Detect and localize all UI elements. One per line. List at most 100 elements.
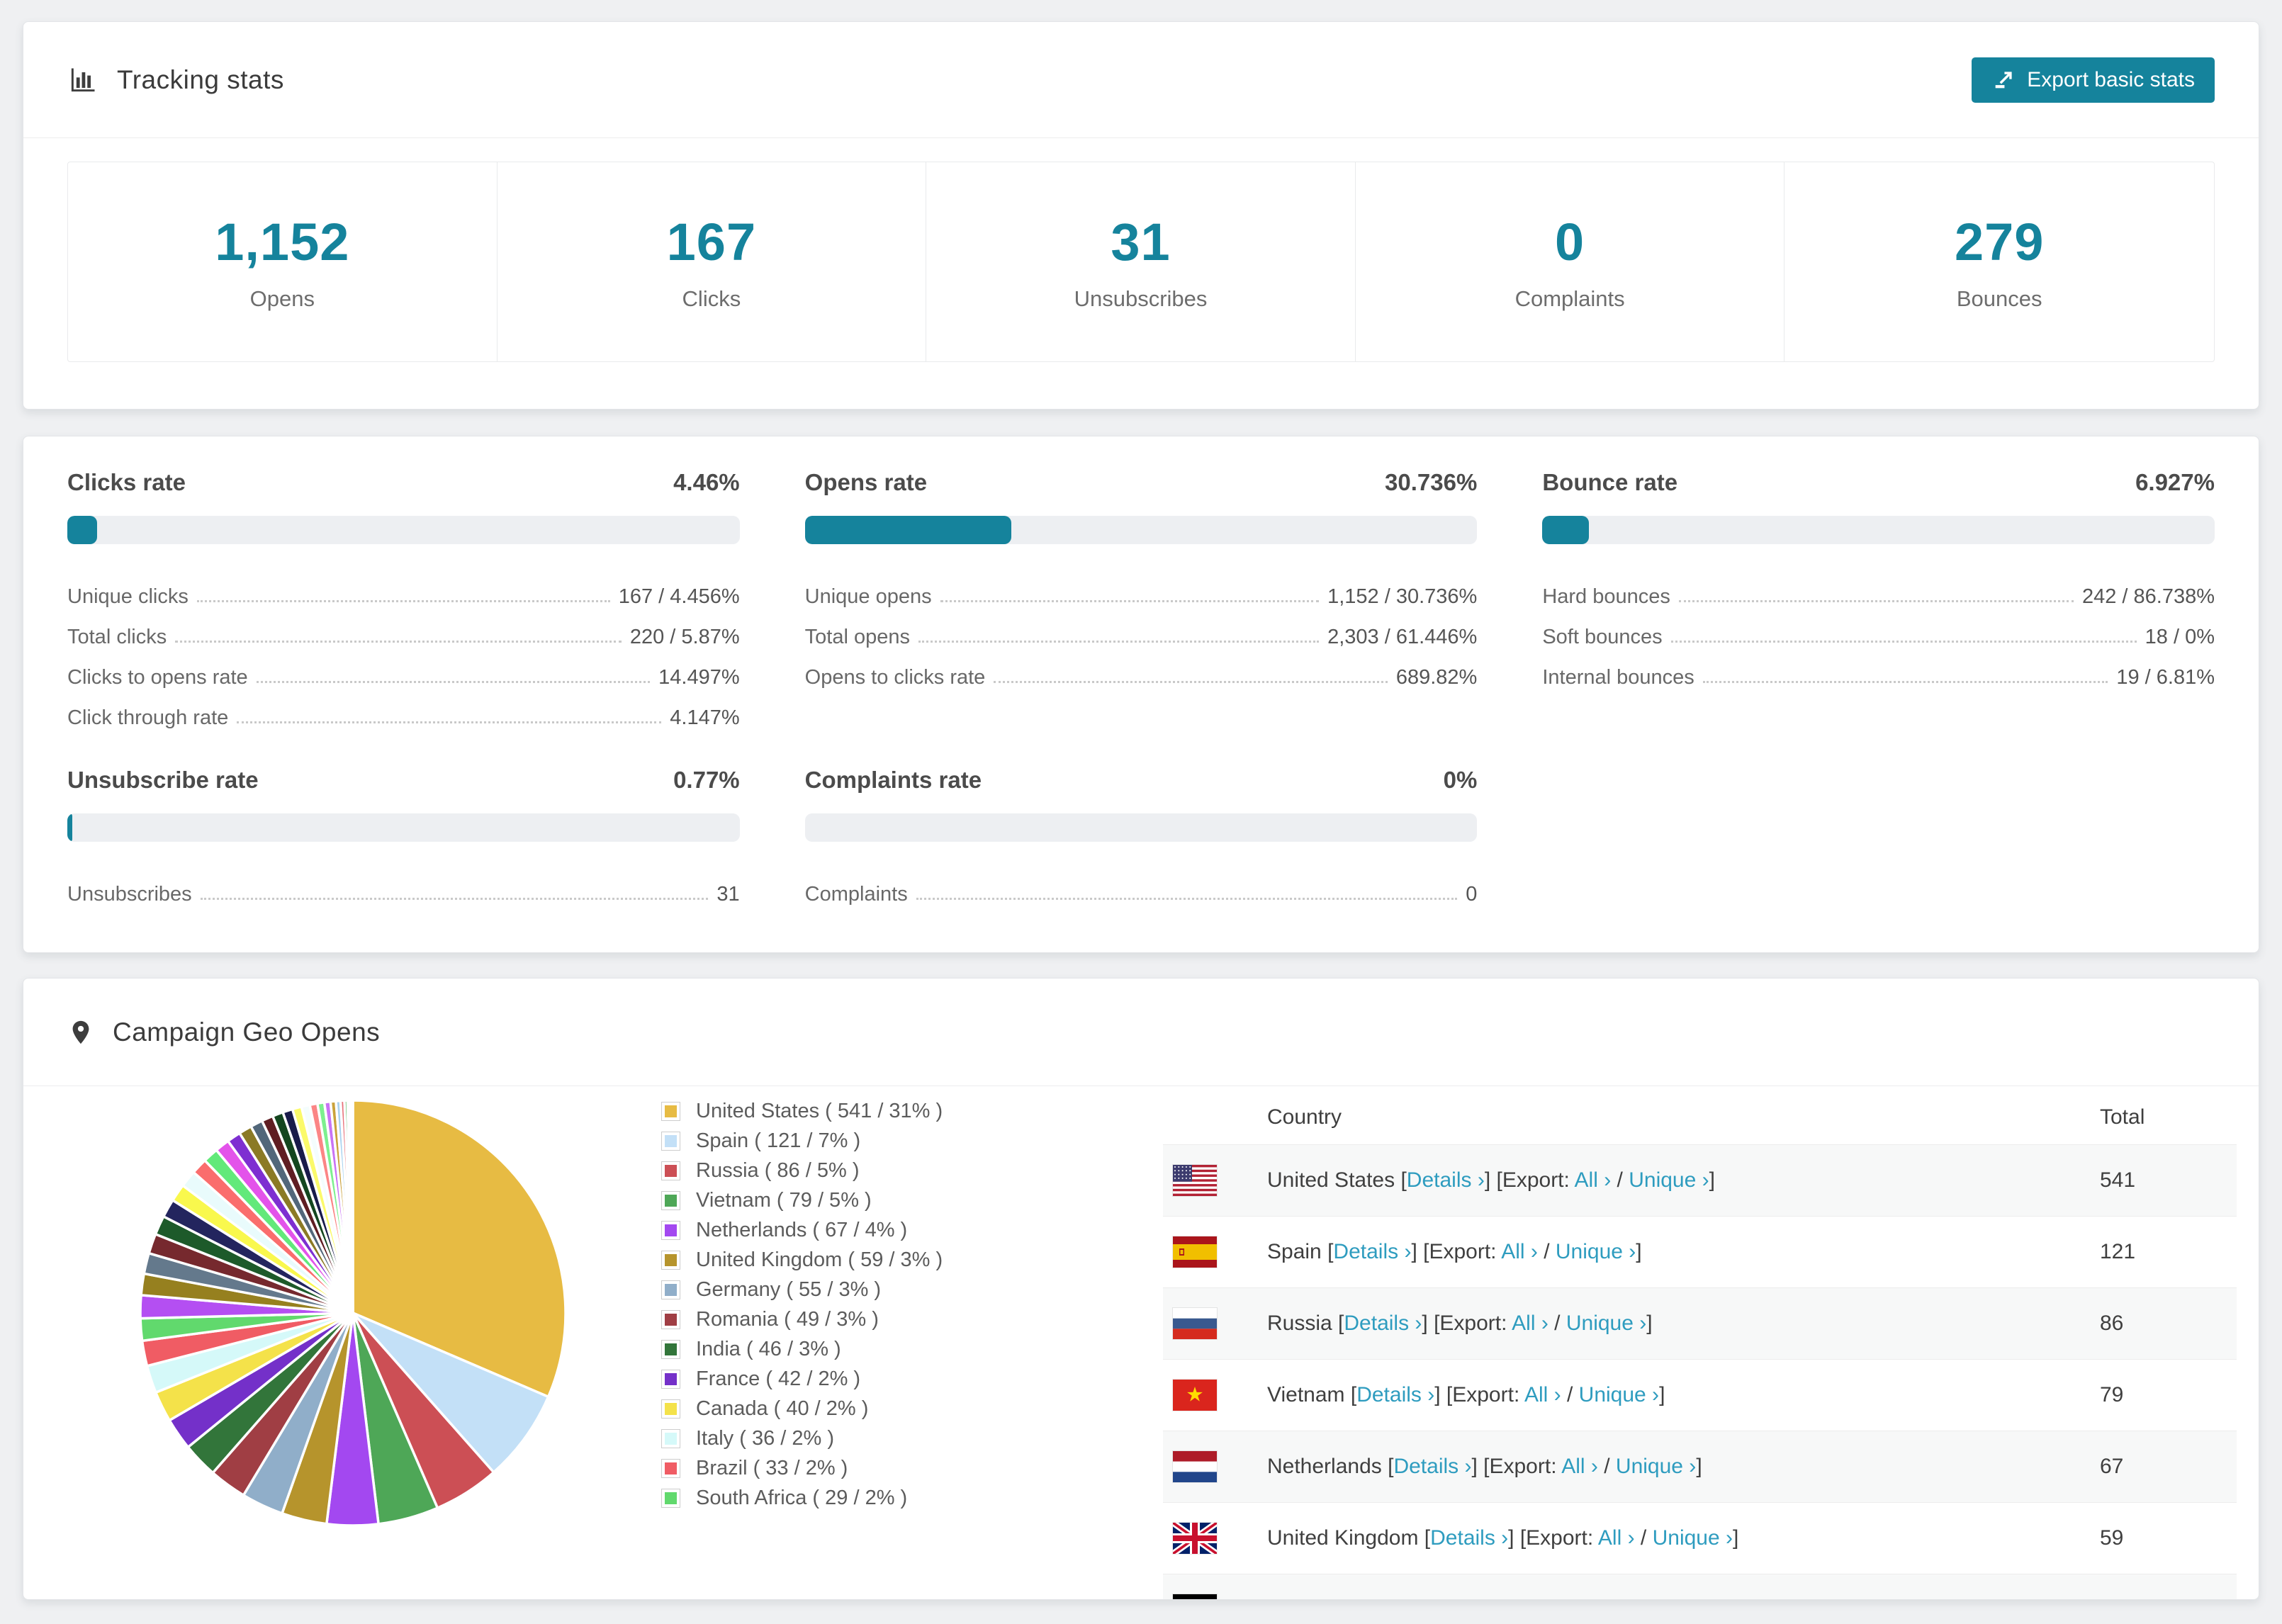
rate-row: Soft bounces 18 / 0% (1542, 609, 2215, 649)
flag-gb-icon (1173, 1523, 1217, 1554)
stats-summary-grid: 1,152 Opens 167 Clicks 31 Unsubscribes 0 Compla… (67, 162, 2215, 362)
rate-row-value: 689.82% (1395, 666, 1478, 689)
details-link[interactable]: Details › (1366, 1598, 1444, 1599)
export-all-link[interactable]: All › (1534, 1598, 1571, 1599)
rate-value: 30.736% (1385, 469, 1478, 495)
export-all-link[interactable]: All › (1598, 1526, 1635, 1550)
rate-row-label: Unique opens (804, 585, 932, 608)
stat-label: Opens (249, 286, 315, 311)
export-all-link[interactable]: All › (1524, 1383, 1561, 1406)
legend-item: Vietnam ( 79 / 5% ) (661, 1185, 943, 1215)
country-name: Netherlands (1267, 1455, 1388, 1478)
rate-row-label: Opens to clicks rate (804, 666, 986, 689)
rate-row-value: 220 / 5.87% (629, 626, 740, 648)
country-cell: Netherlands [Details ›] [Export: All › /… (1267, 1455, 1702, 1478)
column-header-total: Total (2100, 1105, 2145, 1129)
legend-label: Germany ( 55 / 3% ) (696, 1278, 882, 1301)
legend-label: Canada ( 40 / 2% ) (696, 1397, 869, 1420)
rate-row-label: Complaints (804, 883, 908, 906)
country-name: United States (1267, 1168, 1401, 1192)
rate-panel-header: Clicks rate 4.46% (67, 469, 740, 496)
rates-grid: Clicks rate 4.46% Unique clicks 167 / 4.456… (23, 436, 2259, 949)
legend-color-swatch (661, 1339, 680, 1359)
rate-title: Bounce rate (1542, 469, 1678, 495)
country-total: 59 (2100, 1526, 2124, 1550)
export-icon (1995, 71, 2012, 88)
rate-panel-bounce-rate: Bounce rate 6.927% Hard bounces 242 / 86.73… (1542, 469, 2215, 730)
rate-row-value: 4.147% (670, 706, 740, 729)
export-all-link[interactable]: All › (1512, 1312, 1548, 1335)
table-row-germany: Germany [Details ›] [Export: All › / Uni… (1163, 1574, 2237, 1599)
rate-progress-fill (804, 516, 1012, 544)
export-unique-link[interactable]: Unique › (1579, 1383, 1659, 1406)
country-name: Germany (1267, 1598, 1361, 1599)
details-link[interactable]: Details › (1430, 1526, 1508, 1550)
table-row-united-states: United States [Details ›] [Export: All ›… (1163, 1144, 2237, 1216)
export-all-link[interactable]: All › (1501, 1240, 1538, 1263)
legend-color-swatch (661, 1101, 680, 1121)
stat-label: Clicks (682, 286, 741, 311)
bar-chart-icon (71, 68, 95, 91)
dotted-leader (994, 681, 1388, 683)
details-link[interactable]: Details › (1393, 1455, 1471, 1478)
legend-color-swatch (661, 1220, 680, 1240)
rate-row: Unsubscribes 31 (67, 866, 740, 906)
country-cell: United States [Details ›] [Export: All ›… (1267, 1168, 1715, 1192)
legend-label: Romania ( 49 / 3% ) (696, 1307, 879, 1331)
country-total: 121 (2100, 1240, 2136, 1263)
legend-label: United Kingdom ( 59 / 3% ) (696, 1248, 943, 1271)
export-unique-link[interactable]: Unique › (1566, 1312, 1646, 1335)
export-all-link[interactable]: All › (1575, 1168, 1612, 1192)
legend-color-swatch (661, 1309, 680, 1329)
rate-row-value: 0 (1466, 883, 1478, 906)
details-link[interactable]: Details › (1333, 1240, 1411, 1263)
rate-rows: Unique clicks 167 / 4.456% Total clicks 220… (67, 568, 740, 730)
stat-value: 31 (1111, 213, 1171, 271)
dotted-leader (196, 600, 610, 602)
rate-progress-bar (1542, 516, 2215, 544)
legend-item: South Africa ( 29 / 2% ) (661, 1483, 943, 1513)
rate-row: Clicks to opens rate 14.497% (67, 649, 740, 689)
export-basic-stats-button[interactable]: Export basic stats (1972, 57, 2215, 103)
rate-rows: Complaints 0 (805, 866, 1478, 906)
flag-vn-icon (1173, 1380, 1217, 1411)
pie-slice-other-slice[interactable] (351, 1099, 354, 1314)
rate-row-label: Unique clicks (67, 585, 189, 608)
export-unique-link[interactable]: Unique › (1653, 1526, 1733, 1550)
legend-label: Netherlands ( 67 / 4% ) (696, 1218, 908, 1241)
details-link[interactable]: Details › (1344, 1312, 1422, 1335)
geo-opens-pie-chart (133, 1093, 573, 1533)
dotted-leader (1678, 600, 2074, 602)
export-all-link[interactable]: All › (1561, 1455, 1598, 1478)
export-unique-link[interactable]: Unique › (1556, 1240, 1636, 1263)
legend-label: France ( 42 / 2% ) (696, 1367, 861, 1390)
export-unique-link[interactable]: Unique › (1629, 1168, 1709, 1192)
stat-value: 1,152 (215, 213, 350, 271)
legend-color-swatch (661, 1250, 680, 1270)
details-link[interactable]: Details › (1407, 1168, 1485, 1192)
export-unique-link[interactable]: Unique › (1589, 1598, 1669, 1599)
export-unique-link[interactable]: Unique › (1616, 1455, 1696, 1478)
legend-color-swatch (661, 1131, 680, 1151)
rate-row-value: 31 (716, 883, 740, 906)
rate-progress-bar (67, 516, 740, 544)
rate-title: Opens rate (804, 469, 928, 495)
rate-progress-fill (67, 813, 73, 842)
country-total: 79 (2100, 1383, 2124, 1406)
country-cell: Spain [Details ›] [Export: All › / Uniqu… (1267, 1240, 1642, 1263)
rate-row-label: Total clicks (67, 626, 167, 648)
legend-item: India ( 46 / 3% ) (661, 1334, 943, 1364)
rate-row: Unique clicks 167 / 4.456% (67, 568, 740, 609)
legend-color-swatch (661, 1488, 680, 1508)
stat-box-clicks: 167 Clicks (498, 162, 927, 361)
geo-body: United States ( 541 / 31% ) Spain ( 121 /… (23, 1086, 2259, 1599)
rate-title: Complaints rate (804, 767, 982, 793)
stat-value: 279 (1954, 213, 2045, 271)
legend-item: Germany ( 55 / 3% ) (661, 1275, 943, 1304)
legend-color-swatch (661, 1161, 680, 1180)
stat-label: Unsubscribes (1074, 286, 1208, 311)
legend-color-swatch (661, 1399, 680, 1419)
rate-progress-fill (67, 516, 98, 544)
country-cell: Vietnam [Details ›] [Export: All › / Uni… (1267, 1383, 1665, 1406)
details-link[interactable]: Details › (1356, 1383, 1434, 1406)
